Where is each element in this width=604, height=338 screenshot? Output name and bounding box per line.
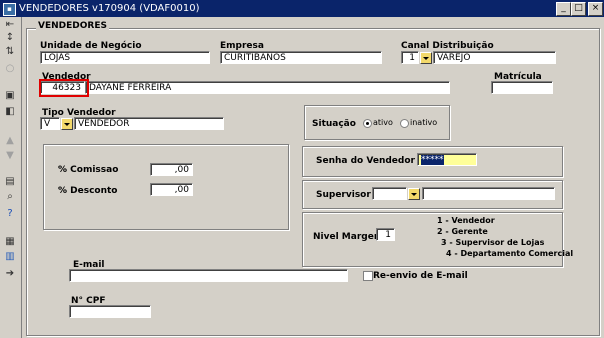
exit-icon[interactable]: ➔ xyxy=(3,267,17,281)
nivel-legend-2: 2 - Gerente xyxy=(437,227,488,236)
vendedor-highlight xyxy=(39,79,89,97)
desconto-label: % Desconto xyxy=(58,186,118,196)
situacao-inativo-label: inativo xyxy=(410,118,438,127)
nivel-legend-1: 1 - Vendedor xyxy=(437,216,495,225)
senha-mask: ***** xyxy=(421,155,444,165)
search-icon[interactable]: ⌕ xyxy=(3,190,17,204)
nivel-margem-field[interactable]: 1 xyxy=(376,228,395,241)
first-record-icon[interactable]: ⇤ xyxy=(3,18,17,32)
nivel-legend-4: 4 - Departamento Comercial xyxy=(446,249,574,258)
save-icon[interactable]: ▦ xyxy=(3,235,17,249)
canal-code-field[interactable]: 1 xyxy=(401,51,419,64)
left-toolbar: ⇤ ↕ ⇅ ○ ▣ ◧ ▲ ▼ ▤ ⌕ ? ▦ ▥ ➔ xyxy=(0,17,22,338)
delete-icon[interactable]: ▥ xyxy=(3,250,17,264)
canal-label: Canal Distribuição xyxy=(401,41,494,51)
copy-icon[interactable]: ◧ xyxy=(3,105,17,119)
window-title: VENDEDORES v170904 (VDAF0010) xyxy=(19,3,200,14)
supervisor-code-field[interactable] xyxy=(372,187,407,200)
situacao-inativo-radio[interactable] xyxy=(400,119,409,128)
situacao-label: Situação xyxy=(312,119,356,129)
situacao-ativo-label: ativo xyxy=(373,118,393,127)
empresa-label: Empresa xyxy=(220,41,264,51)
group-title: VENDEDORES xyxy=(36,21,109,31)
close-button[interactable]: × xyxy=(588,2,603,16)
supervisor-label: Supervisor xyxy=(316,190,371,200)
comissao-label: % Comissao xyxy=(58,165,119,175)
email-field[interactable] xyxy=(69,269,348,282)
empresa-field[interactable]: CURITIBANOS xyxy=(220,51,382,64)
senha-label: Senha do Vendedor xyxy=(316,156,415,166)
canal-dropdown-button[interactable] xyxy=(420,52,432,64)
help-icon[interactable]: ? xyxy=(3,207,17,221)
comissao-field[interactable]: ,00 xyxy=(150,163,193,176)
title-bar: ▪ VENDEDORES v170904 (VDAF0010) _ □ × xyxy=(0,0,604,17)
supervisor-dropdown-button[interactable] xyxy=(408,188,420,200)
supervisor-name-field[interactable] xyxy=(422,187,555,200)
minimize-button[interactable]: _ xyxy=(556,2,571,16)
desconto-field[interactable]: ,00 xyxy=(150,183,193,196)
reenvio-email-checkbox[interactable] xyxy=(363,271,373,281)
app-icon: ▪ xyxy=(3,3,16,16)
new-record-icon[interactable]: ▣ xyxy=(3,89,17,103)
clear-icon[interactable]: ○ xyxy=(3,62,17,76)
canal-name-field[interactable]: VAREJO xyxy=(433,51,556,64)
vendedor-name-field[interactable]: DAYANE FERREIRA xyxy=(85,81,450,94)
unidade-label: Unidade de Negócio xyxy=(40,41,142,51)
senha-field[interactable]: ***** xyxy=(417,153,477,166)
up-arrow-icon[interactable]: ▲ xyxy=(3,134,17,148)
tipo-vendedor-code-field[interactable]: V xyxy=(40,117,60,130)
form-area: VENDEDORES Unidade de Negócio LOJAS Empr… xyxy=(22,17,604,338)
sort-desc-icon[interactable]: ⇅ xyxy=(3,45,17,59)
down-arrow-icon[interactable]: ▼ xyxy=(3,149,17,163)
unidade-field[interactable]: LOJAS xyxy=(40,51,210,64)
sort-asc-icon[interactable]: ↕ xyxy=(3,31,17,45)
nivel-legend-3: 3 - Supervisor de Lojas xyxy=(441,238,545,247)
document-icon[interactable]: ▤ xyxy=(3,175,17,189)
cpf-field[interactable] xyxy=(69,305,151,318)
situacao-ativo-radio[interactable] xyxy=(363,119,372,128)
matricula-field[interactable] xyxy=(491,81,553,94)
tipo-vendedor-name-field[interactable]: VENDEDOR xyxy=(74,117,224,130)
reenvio-email-label: Re-envio de E-mail xyxy=(373,271,468,281)
maximize-button[interactable]: □ xyxy=(571,2,586,16)
tipo-vendedor-dropdown-button[interactable] xyxy=(61,118,73,130)
